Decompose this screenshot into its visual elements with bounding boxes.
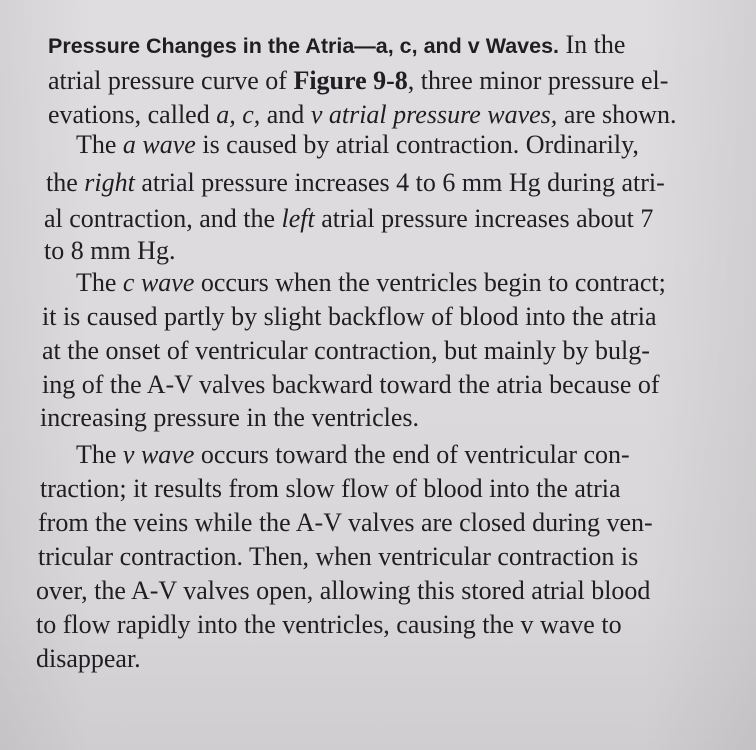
- italic-term: v wave: [122, 440, 195, 469]
- book-page: Pressure Changes in the Atria—a, c, and …: [0, 0, 756, 750]
- text-run: disappear.: [36, 644, 141, 673]
- text-line: at the onset of ventricular contraction,…: [42, 334, 650, 368]
- section-heading: Pressure Changes in the Atria—a, c, and …: [48, 34, 560, 58]
- text-run: to flow rapidly into the ventricles, cau…: [36, 610, 622, 639]
- text-line: to 8 mm Hg.: [44, 234, 175, 268]
- text-line: tricular contraction. Then, when ventric…: [38, 540, 638, 574]
- italic-term: c wave: [122, 268, 195, 297]
- text-run: , three minor pressure el-: [407, 66, 669, 95]
- text-run: the: [46, 168, 85, 197]
- text-line: increasing pressure in the ventricles.: [40, 401, 419, 435]
- text-run: atrial pressure increases about 7: [314, 204, 654, 233]
- italic-term: v atrial pressure waves,: [310, 100, 558, 129]
- text-line: the right atrial pressure increases 4 to…: [46, 166, 665, 200]
- text-run: occurs toward the end of ventricular con…: [194, 440, 630, 469]
- text-line: it is caused partly by slight backflow o…: [42, 300, 656, 334]
- text-run: al contraction, and the: [44, 204, 282, 233]
- text-run: In the: [559, 30, 626, 59]
- text-run: over, the A-V valves open, allowing this…: [36, 576, 651, 605]
- text-line: ing of the A-V valves backward toward th…: [42, 368, 660, 402]
- text-run: ing of the A-V valves backward toward th…: [42, 370, 660, 399]
- text-run: atrial pressure increases 4 to 6 mm Hg d…: [134, 168, 665, 197]
- text-run: and: [260, 100, 311, 129]
- italic-term: a wave: [122, 130, 196, 159]
- text-run: atrial pressure curve of: [48, 66, 294, 95]
- text-line: The v wave occurs toward the end of vent…: [76, 438, 630, 472]
- text-run: The: [76, 268, 123, 297]
- text-run: increasing pressure in the ventricles.: [40, 403, 420, 432]
- text-line: over, the A-V valves open, allowing this…: [36, 574, 650, 608]
- text-line: from the veins while the A-V valves are …: [38, 506, 653, 540]
- text-line: disappear.: [36, 642, 141, 676]
- text-run: from the veins while the A-V valves are …: [38, 508, 653, 537]
- text-run: at the onset of ventricular contraction,…: [42, 336, 650, 365]
- text-line: al contraction, and the left atrial pres…: [44, 202, 653, 236]
- text-run: The: [76, 130, 123, 159]
- text-line: evations, called a, c, and v atrial pres…: [48, 98, 676, 132]
- figure-reference: Figure 9-8: [293, 66, 408, 95]
- text-run: occurs when the ventricles begin to cont…: [194, 268, 666, 297]
- text-line: to flow rapidly into the ventricles, cau…: [36, 608, 622, 642]
- text-line: atrial pressure curve of Figure 9-8, thr…: [48, 64, 668, 98]
- italic-term: left: [281, 204, 315, 233]
- text-run: evations, called: [48, 100, 217, 129]
- text-line: The a wave is caused by atrial contracti…: [76, 128, 639, 162]
- italic-term: right: [84, 168, 135, 197]
- italic-term: a, c,: [216, 100, 261, 129]
- text-run: to 8 mm Hg.: [44, 236, 176, 265]
- text-run: it is caused partly by slight backflow o…: [42, 302, 657, 331]
- text-line: traction; it results from slow flow of b…: [40, 472, 621, 506]
- text-line: The c wave occurs when the ventricles be…: [76, 266, 666, 300]
- text-line: Pressure Changes in the Atria—a, c, and …: [48, 28, 625, 63]
- text-run: tricular contraction. Then, when ventric…: [38, 542, 639, 571]
- text-run: are shown.: [557, 100, 677, 129]
- text-run: is caused by atrial contraction. Ordinar…: [195, 130, 639, 159]
- text-run: traction; it results from slow flow of b…: [40, 474, 621, 503]
- text-run: The: [76, 440, 123, 469]
